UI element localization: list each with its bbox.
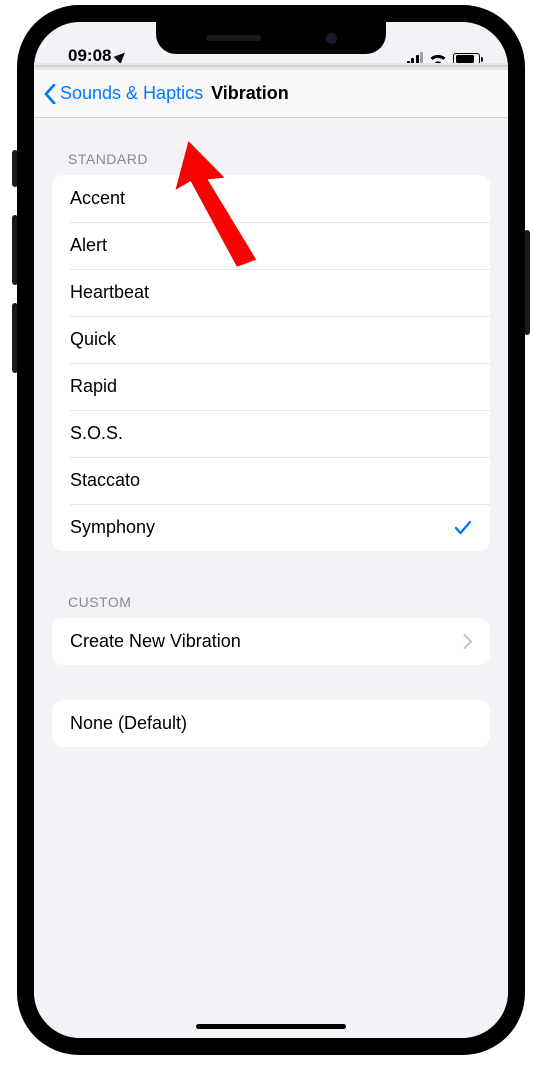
content-scroll[interactable]: STANDARD Accent Alert Heartbeat Quick Ra… <box>34 118 508 1038</box>
vibration-option-rapid[interactable]: Rapid <box>52 363 490 410</box>
row-label: Quick <box>70 329 116 350</box>
vibration-option-heartbeat[interactable]: Heartbeat <box>52 269 490 316</box>
chevron-right-icon <box>463 634 472 649</box>
location-icon <box>114 49 129 64</box>
standard-section-header: STANDARD <box>34 143 508 175</box>
none-group: None (Default) <box>52 700 490 747</box>
navigation-bar: Sounds & Haptics Vibration <box>34 70 508 118</box>
row-label: None (Default) <box>70 713 187 734</box>
status-time: 09:08 <box>68 46 111 66</box>
notch <box>156 22 386 54</box>
row-label: Symphony <box>70 517 155 538</box>
custom-group: Create New Vibration <box>52 618 490 665</box>
row-label: Accent <box>70 188 125 209</box>
wifi-icon <box>429 53 447 66</box>
back-button[interactable]: Sounds & Haptics <box>44 83 203 104</box>
vibration-option-none[interactable]: None (Default) <box>52 700 490 747</box>
front-camera <box>326 33 337 44</box>
custom-section-header: CUSTOM <box>34 586 508 618</box>
vibration-option-quick[interactable]: Quick <box>52 316 490 363</box>
row-label: Staccato <box>70 470 140 491</box>
screen: 09:08 Sounds & Haptics <box>34 22 508 1038</box>
vibration-option-staccato[interactable]: Staccato <box>52 457 490 504</box>
vibration-option-sos[interactable]: S.O.S. <box>52 410 490 457</box>
create-new-vibration-button[interactable]: Create New Vibration <box>52 618 490 665</box>
chevron-left-icon <box>44 84 56 104</box>
standard-group: Accent Alert Heartbeat Quick Rapid S.O.S… <box>52 175 490 551</box>
row-label: Alert <box>70 235 107 256</box>
phone-frame: 09:08 Sounds & Haptics <box>17 5 525 1055</box>
page-title: Vibration <box>211 83 289 104</box>
vibration-option-alert[interactable]: Alert <box>52 222 490 269</box>
row-label: Rapid <box>70 376 117 397</box>
back-label: Sounds & Haptics <box>60 83 203 104</box>
checkmark-icon <box>454 519 472 537</box>
home-indicator[interactable] <box>196 1024 346 1029</box>
vibration-option-symphony[interactable]: Symphony <box>52 504 490 551</box>
battery-icon <box>453 53 480 66</box>
cellular-signal-icon <box>407 52 424 66</box>
row-label: S.O.S. <box>70 423 123 444</box>
row-label: Heartbeat <box>70 282 149 303</box>
vibration-option-accent[interactable]: Accent <box>52 175 490 222</box>
speaker <box>206 35 261 41</box>
row-label: Create New Vibration <box>70 631 241 652</box>
